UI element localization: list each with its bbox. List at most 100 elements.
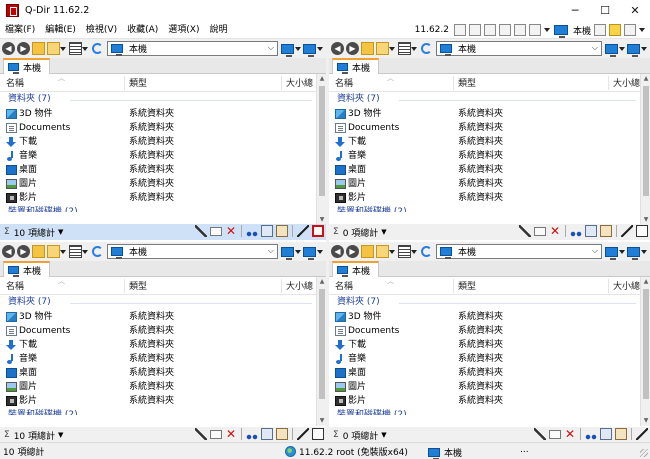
address-bar[interactable]: 本機 ⌵ bbox=[436, 244, 602, 259]
refresh-icon[interactable] bbox=[92, 246, 103, 257]
parent-folder-icon[interactable] bbox=[361, 245, 374, 258]
resize-grip-icon[interactable] bbox=[640, 449, 648, 457]
menu-file[interactable]: 檔案(F) bbox=[0, 21, 40, 39]
paste-icon[interactable] bbox=[600, 225, 612, 237]
scroll-up-icon[interactable]: ▲ bbox=[317, 277, 327, 287]
forward-icon[interactable]: ▶ bbox=[346, 245, 359, 258]
chevron-down-icon[interactable]: ⌵ bbox=[268, 246, 274, 256]
list-item[interactable]: 圖片 系統資料夾 bbox=[0, 380, 316, 394]
computer-icon[interactable] bbox=[281, 246, 294, 260]
pane-select-icon[interactable] bbox=[636, 225, 648, 237]
minimize-button[interactable]: ─ bbox=[560, 0, 590, 21]
delete-icon[interactable]: ✕ bbox=[225, 225, 237, 237]
list-item[interactable]: 圖片 系統資料夾 bbox=[0, 177, 316, 191]
item-count[interactable]: 0 項總計 bbox=[343, 226, 379, 239]
group-header[interactable]: 資料夾 (7) bbox=[0, 296, 316, 309]
delete-icon[interactable]: ✕ bbox=[564, 428, 576, 440]
column-name[interactable]: 名稱 bbox=[335, 74, 353, 92]
vertical-scrollbar[interactable]: ▲ ▼ bbox=[640, 74, 650, 225]
address-bar[interactable]: 本機 ⌵ bbox=[107, 244, 278, 259]
column-separator[interactable] bbox=[608, 279, 609, 293]
tab-this-pc[interactable]: 本機 bbox=[3, 58, 51, 74]
chevron-down-icon[interactable]: ⌵ bbox=[592, 43, 598, 53]
menu-options[interactable]: 選項(X) bbox=[163, 21, 204, 39]
copy-icon[interactable] bbox=[600, 428, 612, 440]
parent-folder-icon[interactable] bbox=[32, 245, 45, 258]
list-item[interactable]: Documents 系統資料夾 bbox=[0, 324, 316, 338]
rename-icon[interactable] bbox=[621, 225, 633, 237]
computer-icon[interactable] bbox=[627, 43, 640, 57]
view-mode-icon[interactable] bbox=[398, 42, 411, 55]
pane-select-icon[interactable] bbox=[312, 428, 324, 440]
group-header-partial[interactable]: 裝置和磁碟機 (2) bbox=[337, 409, 407, 415]
chevron-down-icon[interactable]: ⌵ bbox=[592, 246, 598, 256]
options-dropdown-icon[interactable] bbox=[641, 245, 648, 258]
menu-help[interactable]: 說明 bbox=[205, 21, 233, 39]
view-dropdown-icon[interactable] bbox=[82, 42, 89, 55]
list-item[interactable]: 桌面 系統資料夾 bbox=[329, 163, 640, 177]
layout-3-icon[interactable] bbox=[483, 24, 496, 36]
options-dropdown-icon[interactable] bbox=[317, 42, 324, 55]
rename-icon[interactable] bbox=[636, 428, 648, 440]
column-separator[interactable] bbox=[281, 76, 282, 90]
email-icon[interactable] bbox=[210, 227, 222, 236]
new-folder-icon[interactable] bbox=[47, 245, 60, 258]
list-item[interactable]: Documents 系統資料夾 bbox=[329, 121, 640, 135]
view-dropdown-icon[interactable] bbox=[411, 42, 418, 55]
parent-folder-icon[interactable] bbox=[32, 42, 45, 55]
column-size[interactable]: 大小總 bbox=[613, 74, 640, 92]
computer-icon[interactable] bbox=[605, 246, 618, 260]
desktop-shortcut-icon[interactable] bbox=[624, 24, 636, 36]
chevron-down-icon[interactable]: ▼ bbox=[381, 431, 386, 439]
forward-icon[interactable]: ▶ bbox=[17, 245, 30, 258]
list-item[interactable]: 影片 系統資料夾 bbox=[0, 394, 316, 408]
layout-dropdown-icon[interactable] bbox=[543, 24, 551, 36]
group-header[interactable]: 資料夾 (7) bbox=[329, 296, 640, 309]
cut-icon[interactable] bbox=[246, 428, 258, 440]
layout-5-icon[interactable] bbox=[513, 24, 526, 36]
chevron-down-icon[interactable]: ▼ bbox=[58, 431, 63, 439]
email-icon[interactable] bbox=[534, 227, 546, 236]
new-folder-icon[interactable] bbox=[376, 245, 389, 258]
back-icon[interactable]: ◀ bbox=[331, 42, 344, 55]
qdir-app-icon[interactable] bbox=[6, 4, 19, 17]
refresh-icon[interactable] bbox=[421, 246, 432, 257]
scroll-up-icon[interactable]: ▲ bbox=[317, 74, 327, 84]
view-mode-icon[interactable] bbox=[69, 245, 82, 258]
folder-dropdown-icon[interactable] bbox=[389, 42, 396, 55]
copy-icon[interactable] bbox=[261, 428, 273, 440]
computer-icon[interactable] bbox=[605, 43, 618, 57]
close-button[interactable]: ✕ bbox=[620, 0, 650, 21]
group-header-partial[interactable]: 裝置和磁碟機 (2) bbox=[8, 409, 78, 415]
computer-icon[interactable] bbox=[281, 43, 294, 57]
scroll-up-icon[interactable]: ▲ bbox=[641, 74, 650, 84]
rename-icon[interactable] bbox=[297, 428, 309, 440]
layout-2-icon[interactable] bbox=[468, 24, 481, 36]
scroll-thumb[interactable] bbox=[319, 289, 325, 399]
column-name[interactable]: 名稱 bbox=[6, 277, 24, 295]
column-size[interactable]: 大小總 bbox=[613, 277, 640, 295]
email-icon[interactable] bbox=[210, 430, 222, 439]
column-separator[interactable] bbox=[608, 76, 609, 90]
tools-icon[interactable] bbox=[534, 428, 546, 440]
location-dropdown-icon[interactable] bbox=[295, 42, 302, 55]
list-item[interactable]: 影片 系統資料夾 bbox=[0, 191, 316, 205]
pane-active-icon[interactable] bbox=[312, 225, 324, 237]
email-icon[interactable] bbox=[549, 430, 561, 439]
folder-dropdown-icon[interactable] bbox=[389, 245, 396, 258]
computer-icon[interactable] bbox=[303, 246, 316, 260]
tools-dropdown-icon[interactable] bbox=[639, 24, 646, 36]
back-icon[interactable]: ◀ bbox=[2, 245, 15, 258]
new-folder-icon[interactable] bbox=[376, 42, 389, 55]
list-item[interactable]: 圖片 系統資料夾 bbox=[329, 177, 640, 191]
layout-6-icon[interactable] bbox=[528, 24, 541, 36]
back-icon[interactable]: ◀ bbox=[2, 42, 15, 55]
address-bar[interactable]: 本機 ⌵ bbox=[107, 41, 278, 56]
column-name[interactable]: 名稱 bbox=[6, 74, 24, 92]
list-item[interactable]: 影片 系統資料夾 bbox=[329, 394, 640, 408]
maximize-button[interactable]: ☐ bbox=[590, 0, 620, 21]
group-header[interactable]: 資料夾 (7) bbox=[0, 93, 316, 106]
scroll-up-icon[interactable]: ▲ bbox=[641, 277, 650, 287]
chevron-down-icon[interactable]: ▼ bbox=[58, 228, 63, 236]
computer-icon[interactable] bbox=[303, 43, 316, 57]
